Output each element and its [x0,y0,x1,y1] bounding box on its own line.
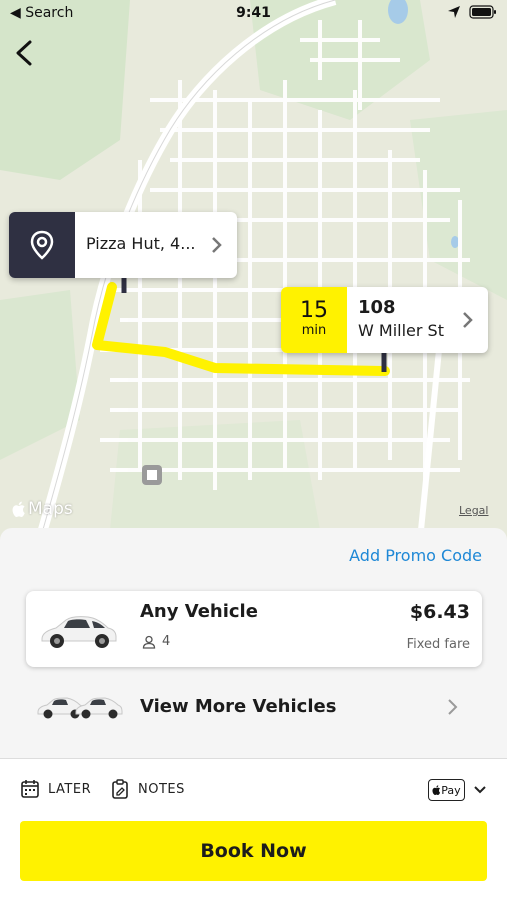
pickup-pin [9,212,75,278]
eta-value: 15 [300,298,328,323]
notes-label: NOTES [138,781,185,797]
car-icon [41,616,117,648]
eta-badge: 15 min [281,287,347,353]
view-more-vehicles-row[interactable]: View More Vehicles [0,678,507,738]
pickup-callout[interactable]: Pizza Hut, 4... [9,212,237,278]
chevron-left-icon [16,40,32,66]
person-icon [142,635,156,649]
eta-unit: min [301,323,327,338]
view-more-vehicles-label: View More Vehicles [140,696,337,717]
chevron-right-icon [448,699,458,715]
fare-price: $6.43 [409,601,470,623]
clock: 9:41 [236,5,271,21]
location-arrow-icon [448,6,460,18]
seat-count: 4 [142,634,170,649]
pickup-label: Pizza Hut, 4... [86,234,196,253]
location-pin-icon [30,230,54,260]
booking-bar: LATER NOTES Pay Book Now [0,758,507,900]
notes-button[interactable]: NOTES [110,779,185,799]
vehicle-name: Any Vehicle [140,601,258,622]
maps-attribution: Maps [12,499,73,519]
later-label: LATER [48,781,92,797]
legal-link[interactable]: Legal [459,504,488,517]
apple-pay-label: Pay [441,783,461,797]
apple-logo-icon [432,785,441,795]
book-now-button[interactable]: Book Now [20,821,487,881]
payment-method-selector[interactable]: Pay [428,779,487,801]
schedule-later-button[interactable]: LATER [20,779,91,799]
back-button[interactable] [10,36,40,70]
apple-pay-badge: Pay [428,779,465,801]
cars-icon [37,697,123,719]
seat-count-value: 4 [162,634,171,649]
add-promo-code-link[interactable]: Add Promo Code [349,546,482,565]
ride-options-sheet: Add Promo Code Any Vehicle 4 $6.43 Fixed… [0,528,507,758]
maps-label: Maps [28,499,73,519]
status-icons [447,5,497,19]
map-view[interactable]: ◀ Search 9:41 Pizza Hut, 4... 15 min 108… [0,0,507,540]
calendar-icon [21,780,39,798]
fare-type: Fixed fare [406,637,470,652]
destination-address-line1: 108 [358,297,396,318]
status-bar: ◀ Search 9:41 [0,0,507,28]
destination-address-line2: W Miller St [358,321,444,340]
chevron-right-icon [212,237,222,253]
battery-icon [469,5,496,19]
chevron-right-icon [463,312,473,328]
chevron-down-icon [474,786,486,794]
apple-logo-icon [12,501,25,517]
vehicle-option-card[interactable]: Any Vehicle 4 $6.43 Fixed fare [26,591,482,667]
destination-callout[interactable]: 15 min 108 W Miller St [281,287,488,353]
notes-icon [112,779,128,799]
